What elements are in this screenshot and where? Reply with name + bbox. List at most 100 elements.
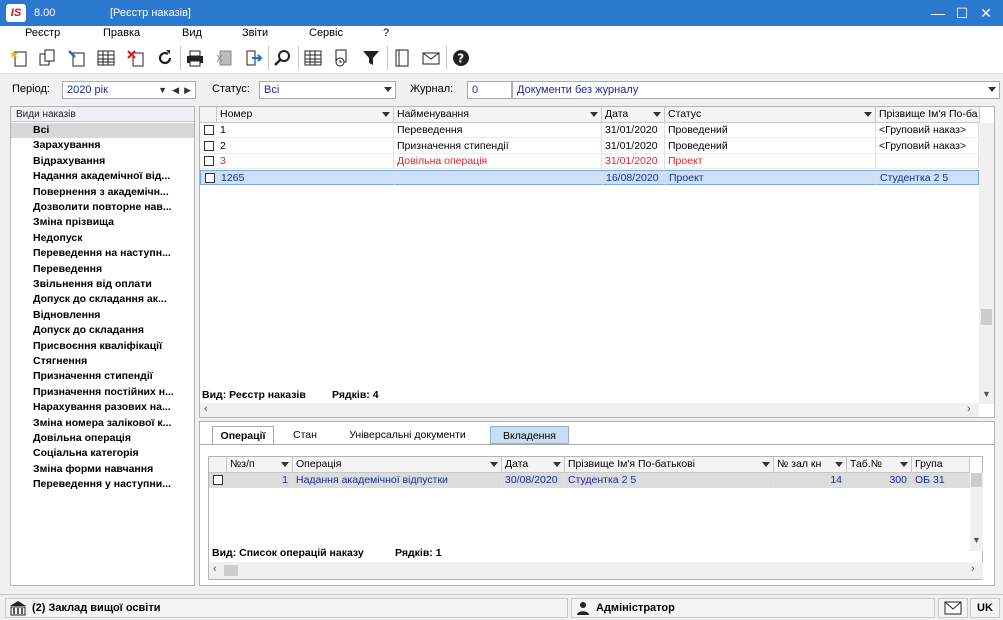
refresh-icon[interactable] bbox=[153, 46, 177, 70]
mail-icon[interactable] bbox=[419, 46, 443, 70]
status-mail-button[interactable] bbox=[938, 598, 968, 618]
table-row[interactable]: 2 Призначення стипендії 31/01/2020 Проведен… bbox=[200, 138, 979, 154]
help-icon[interactable]: ? bbox=[449, 46, 473, 70]
order-type-item[interactable]: Недопуск bbox=[11, 231, 194, 246]
search-icon[interactable] bbox=[271, 46, 295, 70]
order-type-item[interactable]: Дозволити повторне нав... bbox=[11, 200, 194, 215]
period-next-icon[interactable]: ▶ bbox=[184, 82, 191, 98]
order-type-item[interactable]: Переведення на наступн... bbox=[11, 246, 194, 261]
order-type-item[interactable]: Нарахування разових на... bbox=[11, 400, 194, 415]
table-row[interactable]: 3 Довільна операція 31/01/2020 Проект bbox=[200, 154, 979, 169]
chevron-down-icon[interactable] bbox=[835, 462, 843, 467]
order-type-item[interactable]: Стягнення bbox=[11, 354, 194, 369]
tab-attachments[interactable]: Вкладення bbox=[490, 426, 569, 444]
close-icon[interactable]: ✕ bbox=[976, 4, 996, 22]
column-header-date[interactable]: Дата bbox=[602, 107, 665, 123]
column-header-op-date[interactable]: Дата bbox=[502, 457, 565, 473]
journal-select[interactable]: Документи без журналу bbox=[512, 81, 1000, 99]
period-field[interactable]: 2020 рік ▼ ◀ ▶ bbox=[62, 81, 196, 99]
grid-view-icon[interactable] bbox=[301, 46, 325, 70]
table-row[interactable]: 1 Переведення 31/01/2020 Проведений <Групови… bbox=[200, 123, 979, 138]
chevron-down-icon[interactable] bbox=[281, 462, 289, 467]
column-header-operation[interactable]: Операція bbox=[293, 457, 502, 473]
journal-code-field[interactable]: 0 bbox=[467, 81, 512, 99]
order-type-item[interactable]: Переведення bbox=[11, 262, 194, 277]
edit-icon[interactable] bbox=[65, 46, 89, 70]
order-type-item[interactable]: Зміна прізвища bbox=[11, 215, 194, 230]
row-checkbox[interactable] bbox=[204, 156, 214, 166]
journal-icon[interactable] bbox=[390, 46, 414, 70]
column-header-seq[interactable]: №з/п bbox=[227, 457, 293, 473]
chevron-down-icon[interactable] bbox=[653, 112, 661, 117]
order-type-item[interactable]: Всі bbox=[11, 123, 194, 139]
menu-edit[interactable]: Правка bbox=[103, 27, 140, 39]
menu-reports[interactable]: Звіти bbox=[242, 27, 268, 39]
chevron-down-icon[interactable] bbox=[590, 112, 598, 117]
chevron-down-icon[interactable] bbox=[553, 462, 561, 467]
order-type-item[interactable]: Відрахування bbox=[11, 154, 194, 169]
order-type-item[interactable]: Зміна номера залікової к... bbox=[11, 416, 194, 431]
chevron-down-icon[interactable] bbox=[900, 462, 908, 467]
row-checkbox[interactable] bbox=[204, 125, 214, 135]
menu-service[interactable]: Сервіс bbox=[309, 27, 343, 39]
chevron-down-icon[interactable] bbox=[762, 462, 770, 467]
tab-universal-documents[interactable]: Універсальні документи bbox=[337, 426, 478, 444]
copy-icon[interactable] bbox=[35, 46, 59, 70]
order-type-item[interactable]: Допуск до складання bbox=[11, 323, 194, 338]
order-type-item[interactable]: Звільнення від оплати bbox=[11, 277, 194, 292]
new-document-icon[interactable] bbox=[7, 46, 31, 70]
order-type-item[interactable]: Переведення у наступни... bbox=[11, 477, 194, 492]
scroll-down-icon[interactable]: ▼ bbox=[982, 389, 991, 399]
order-type-item[interactable]: Зміна форми навчання bbox=[11, 462, 194, 477]
status-language[interactable]: UK bbox=[970, 598, 1000, 618]
column-header-name[interactable]: Найменування bbox=[394, 107, 602, 123]
sub-horizontal-scrollbar[interactable]: ‹ › bbox=[209, 562, 983, 579]
scrollbar-thumb[interactable] bbox=[981, 309, 992, 325]
order-type-item[interactable]: Повернення з академічн... bbox=[11, 185, 194, 200]
order-type-item[interactable]: Призначення стипендії bbox=[11, 369, 194, 384]
period-dropdown-icon[interactable]: ▼ bbox=[158, 82, 167, 98]
scroll-left-icon[interactable]: ‹ bbox=[213, 563, 217, 575]
order-type-item[interactable]: Присвоєння кваліфікації bbox=[11, 339, 194, 354]
menu-registry[interactable]: Реєстр bbox=[25, 27, 60, 39]
delete-icon[interactable] bbox=[124, 46, 148, 70]
chevron-down-icon[interactable] bbox=[490, 462, 498, 467]
column-header-full-name[interactable]: Прізвище Ім'я По-батькові bbox=[565, 457, 774, 473]
order-type-item[interactable]: Довільна операція bbox=[11, 431, 194, 446]
grid-horizontal-scrollbar[interactable]: ‹ › bbox=[200, 403, 979, 417]
scrollbar-thumb[interactable] bbox=[971, 473, 982, 487]
row-checkbox[interactable] bbox=[204, 140, 214, 151]
chevron-down-icon[interactable] bbox=[382, 112, 390, 117]
order-type-item[interactable]: Відновлення bbox=[11, 308, 194, 323]
period-prev-icon[interactable]: ◀ bbox=[172, 82, 179, 98]
column-header-tab-number[interactable]: Таб.№ bbox=[847, 457, 912, 473]
row-checkbox[interactable] bbox=[213, 475, 223, 485]
chevron-down-icon[interactable] bbox=[864, 112, 872, 117]
print-icon[interactable] bbox=[183, 46, 207, 70]
menu-view[interactable]: Вид bbox=[182, 27, 202, 39]
column-header-person[interactable]: Прізвище Ім'я По-ба bbox=[876, 107, 980, 123]
column-header-record-book[interactable]: № зал кн bbox=[774, 457, 847, 473]
sub-vertical-scrollbar[interactable]: ▼ bbox=[970, 473, 983, 551]
filter-icon[interactable] bbox=[359, 46, 383, 70]
status-dropdown-icon[interactable] bbox=[384, 87, 392, 92]
minimize-icon[interactable]: — bbox=[928, 4, 948, 22]
history-icon[interactable] bbox=[330, 46, 354, 70]
menu-help[interactable]: ? bbox=[383, 27, 389, 39]
scrollbar-thumb[interactable] bbox=[224, 565, 238, 576]
journal-dropdown-icon[interactable] bbox=[988, 87, 996, 92]
order-type-item[interactable]: Призначення постійних н... bbox=[11, 385, 194, 400]
tab-state[interactable]: Стан bbox=[284, 426, 326, 444]
scroll-left-icon[interactable]: ‹ bbox=[204, 403, 208, 415]
scroll-down-icon[interactable]: ▼ bbox=[972, 535, 981, 545]
maximize-icon[interactable]: ☐ bbox=[952, 4, 972, 22]
export-excel-icon[interactable]: X bbox=[212, 46, 236, 70]
status-select[interactable]: Всі bbox=[259, 81, 396, 99]
order-type-item[interactable]: Допуск до складання ак... bbox=[11, 292, 194, 307]
row-checkbox[interactable] bbox=[205, 172, 215, 183]
column-header-number[interactable]: Номер bbox=[217, 107, 394, 123]
scroll-right-icon[interactable]: › bbox=[967, 403, 971, 415]
order-type-item[interactable]: Соціальна категорія bbox=[11, 446, 194, 461]
scroll-right-icon[interactable]: › bbox=[971, 563, 975, 575]
table-row[interactable]: 1 Надання академічної відпустки 30/08/2020… bbox=[209, 473, 970, 488]
